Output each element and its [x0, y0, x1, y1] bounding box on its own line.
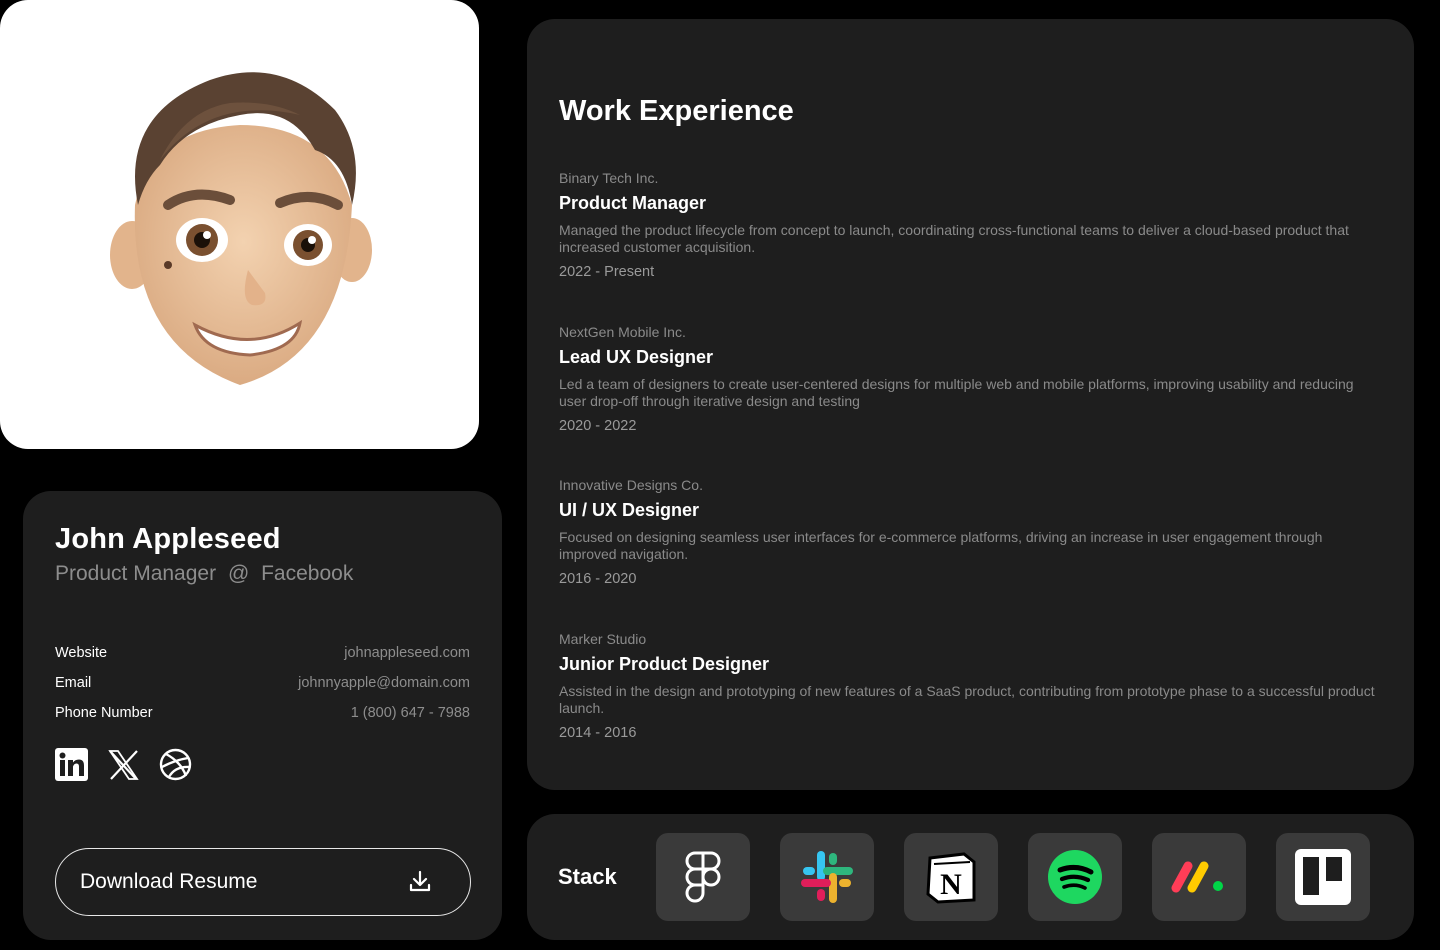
job-dates: 2014 - 2016	[559, 725, 637, 741]
svg-text:N: N	[940, 868, 962, 901]
figma-icon[interactable]	[656, 833, 750, 921]
job-position: Junior Product Designer	[559, 654, 770, 674]
stack-card: Stack N	[527, 814, 1414, 940]
profile-role: Product Manager @ Facebook	[55, 562, 470, 586]
job-entry: NextGen Mobile Inc. Lead UX Designer Led…	[559, 324, 1379, 434]
contact-row-email: Email johnnyapple@domain.com	[55, 668, 470, 698]
work-title: Work Experience	[559, 95, 794, 127]
work-experience-card: Work Experience Binary Tech Inc. Product…	[527, 19, 1414, 790]
email-link[interactable]: johnnyapple@domain.com	[298, 675, 470, 691]
job-position: UI / UX Designer	[559, 500, 700, 520]
job-description: Focused on designing seamless user inter…	[559, 529, 1323, 562]
job-entry: Marker Studio Junior Product Designer As…	[559, 631, 1379, 741]
job-description: Led a team of designers to create user-c…	[559, 376, 1354, 409]
avatar-card	[0, 0, 479, 449]
profile-name: John Appleseed	[55, 523, 281, 555]
at-sign: @	[227, 562, 250, 585]
job-description: Managed the product lifecycle from conce…	[559, 222, 1349, 255]
slack-icon[interactable]	[780, 833, 874, 921]
job-entry: Innovative Designs Co. UI / UX Designer …	[559, 477, 1379, 587]
job-dates: 2020 - 2022	[559, 418, 637, 434]
contact-info: Website johnappleseed.com Email johnnyap…	[55, 638, 470, 728]
dribbble-icon[interactable]	[159, 748, 192, 781]
job-entry: Binary Tech Inc. Product Manager Managed…	[559, 170, 1379, 280]
download-label: Download Resume	[80, 870, 258, 893]
linkedin-icon[interactable]	[55, 748, 88, 781]
download-icon	[408, 869, 432, 896]
spotify-icon[interactable]	[1028, 833, 1122, 921]
job-company: Innovative Designs Co.	[559, 477, 703, 493]
tool-list: N	[656, 833, 1370, 921]
job-company: Binary Tech Inc.	[559, 170, 659, 186]
job-dates: 2022 - Present	[559, 264, 655, 280]
contact-label: Email	[55, 675, 92, 691]
trello-icon[interactable]	[1276, 833, 1370, 921]
job-description: Assisted in the design and prototyping o…	[559, 683, 1375, 716]
role-title: Product Manager	[55, 562, 217, 585]
phone-link[interactable]: 1 (800) 647 - 7988	[351, 705, 470, 721]
job-company: Marker Studio	[559, 631, 647, 647]
monday-icon[interactable]	[1152, 833, 1246, 921]
contact-row-phone: Phone Number 1 (800) 647 - 7988	[55, 698, 470, 728]
stack-label: Stack	[558, 864, 617, 889]
job-company: NextGen Mobile Inc.	[559, 324, 686, 340]
social-links	[55, 748, 470, 781]
website-link[interactable]: johnappleseed.com	[344, 645, 470, 661]
contact-label: Phone Number	[55, 705, 153, 721]
download-resume-button[interactable]: Download Resume	[55, 848, 471, 916]
job-dates: 2016 - 2020	[559, 571, 637, 587]
role-company: Facebook	[261, 562, 354, 585]
notion-icon[interactable]: N	[904, 833, 998, 921]
profile-card: John Appleseed Product Manager @ Faceboo…	[23, 491, 502, 940]
contact-row-website: Website johnappleseed.com	[55, 638, 470, 668]
avatar	[109, 71, 372, 385]
job-position: Lead UX Designer	[559, 347, 714, 367]
job-position: Product Manager	[559, 193, 707, 213]
contact-label: Website	[55, 645, 108, 661]
x-icon[interactable]	[107, 748, 140, 781]
